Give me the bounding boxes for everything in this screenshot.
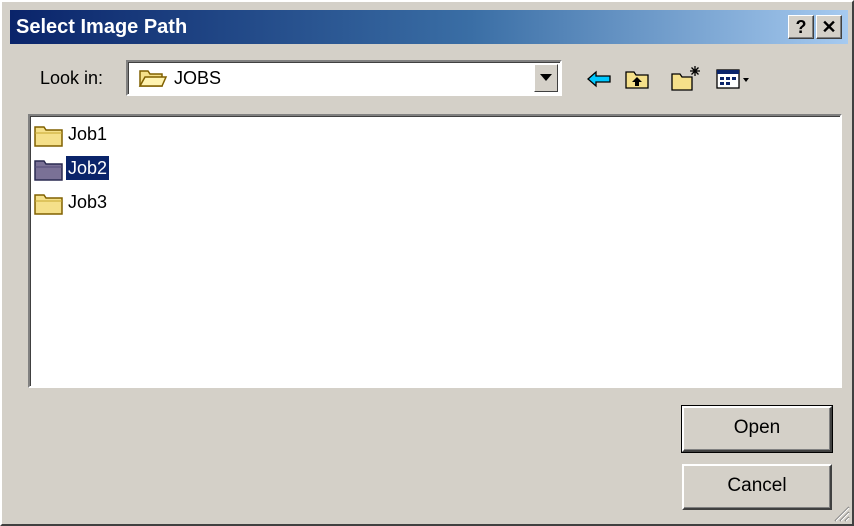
new-folder-icon	[671, 66, 700, 91]
list-item-job2[interactable]: Job2	[34, 154, 234, 184]
view-menu-button[interactable]	[714, 64, 754, 94]
file-list[interactable]: Job1 Job2 Job3	[28, 114, 842, 388]
look-in-value: JOBS	[174, 68, 222, 88]
resize-grip-icon[interactable]	[832, 504, 850, 522]
file-name: Job3	[68, 192, 108, 212]
chevron-down-icon	[540, 74, 552, 81]
up-folder-icon	[625, 71, 649, 89]
look-in-label: Look in:	[40, 68, 104, 88]
file-name: Job2	[66, 156, 110, 180]
file-name: Job1	[68, 124, 108, 144]
open-button[interactable]: Open	[681, 405, 833, 453]
select-image-path-dialog: Select Image Path ? ✕ Look in: JOBS Job1…	[0, 0, 854, 526]
up-one-level-button[interactable]	[622, 64, 652, 94]
list-item-job1[interactable]: Job1	[34, 120, 234, 150]
title-bar[interactable]: Select Image Path ? ✕	[10, 10, 848, 44]
window-title: Select Image Path	[16, 16, 188, 38]
cancel-button[interactable]: Cancel	[682, 464, 832, 510]
help-button[interactable]: ?	[788, 15, 814, 39]
create-new-folder-button[interactable]	[670, 64, 700, 94]
list-item-job3[interactable]: Job3	[34, 188, 234, 218]
folder-icon	[34, 192, 64, 216]
folder-icon	[34, 124, 64, 148]
back-arrow-icon	[587, 70, 611, 88]
close-button[interactable]: ✕	[816, 15, 842, 39]
view-menu-icon	[716, 69, 749, 89]
folder-icon	[34, 158, 64, 182]
open-folder-icon	[138, 66, 168, 90]
back-button[interactable]	[584, 64, 614, 94]
dropdown-arrow-button[interactable]	[534, 64, 558, 92]
look-in-dropdown[interactable]: JOBS	[126, 60, 562, 96]
